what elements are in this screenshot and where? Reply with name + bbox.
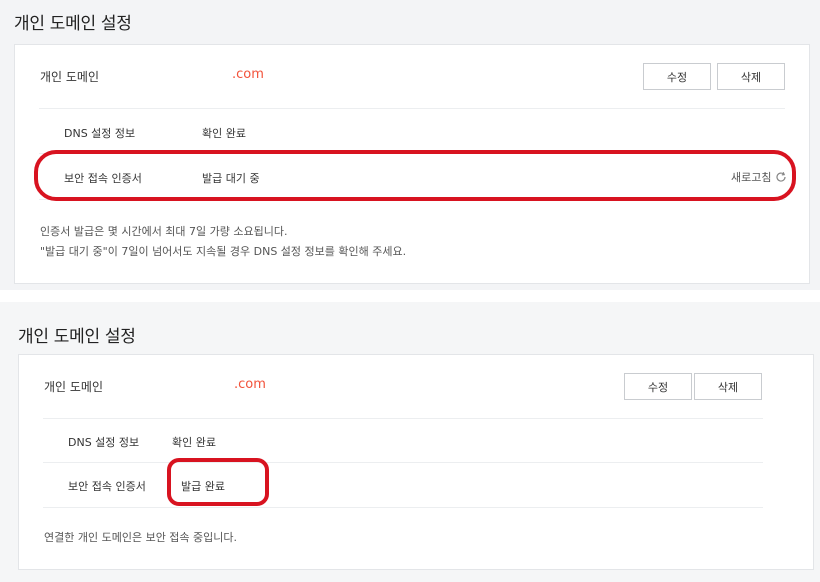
delete-button[interactable]: 삭제 [717,63,785,90]
dns-info-label: DNS 설정 정보 [64,127,136,140]
separator [39,153,785,154]
domain-card: 개인 도메인 .com 수정 삭제 DNS 설정 정보 확인 완료 보안 접속 … [14,44,810,284]
dns-info-value: 확인 완료 [202,127,246,140]
ssl-cert-status: 발급 완료 [181,480,225,493]
edit-button[interactable]: 수정 [624,373,692,400]
refresh-label: 새로고침 [731,171,772,184]
separator [43,462,763,463]
separator [43,507,763,508]
refresh-button[interactable]: 새로고침 [731,169,787,185]
ssl-cert-label: 보안 접속 인증서 [64,172,142,185]
info-note-1: 인증서 발급은 몇 시간에서 최대 7일 가량 소요됩니다. [40,225,288,238]
domain-settings-panel-after: 개인 도메인 설정 개인 도메인 .com 수정 삭제 DNS 설정 정보 확인… [0,302,820,582]
page-title: 개인 도메인 설정 [18,327,136,347]
delete-button[interactable]: 삭제 [694,373,762,400]
page-title: 개인 도메인 설정 [14,14,132,34]
info-note-2: "발급 대기 중"이 7일이 넘어서도 지속될 경우 DNS 설정 정보를 확인… [40,245,407,258]
dns-info-value: 확인 완료 [172,436,216,449]
domain-settings-panel-before: 개인 도메인 설정 개인 도메인 .com 수정 삭제 DNS 설정 정보 확인… [0,0,820,290]
domain-value: .com [232,67,264,82]
ssl-cert-status: 발급 대기 중 [202,172,260,185]
domain-card: 개인 도메인 .com 수정 삭제 DNS 설정 정보 확인 완료 보안 접속 … [18,354,814,570]
separator [39,108,785,109]
screenshot-divider [0,290,820,302]
refresh-icon [776,171,787,182]
separator [39,199,785,200]
domain-label: 개인 도메인 [40,70,100,84]
domain-label: 개인 도메인 [44,380,104,394]
ssl-cert-label: 보안 접속 인증서 [68,480,146,493]
info-note: 연결한 개인 도메인은 보안 접속 중입니다. [44,531,238,544]
dns-info-label: DNS 설정 정보 [68,436,140,449]
edit-button[interactable]: 수정 [643,63,711,90]
separator [43,418,763,419]
domain-value: .com [234,377,266,392]
